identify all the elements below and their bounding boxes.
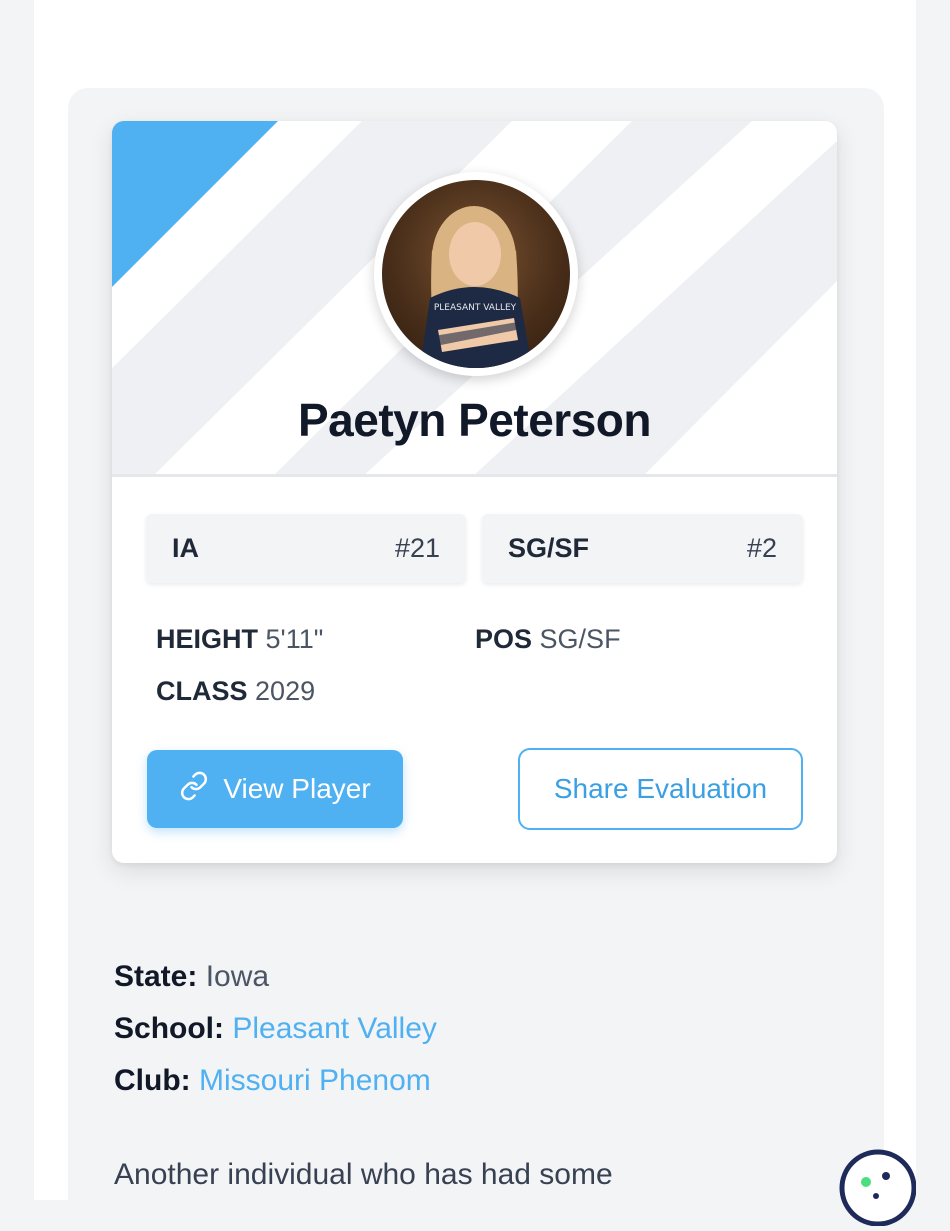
detail-club: Club: Missouri Phenom — [114, 1064, 431, 1098]
detail-state: State: Iowa — [114, 960, 269, 994]
cookie-icon[interactable] — [836, 1146, 917, 1227]
club-detail-label: Club: — [114, 1064, 191, 1097]
svg-text:PLEASANT VALLEY: PLEASANT VALLEY — [434, 303, 517, 313]
height-label: HEIGHT — [156, 624, 259, 654]
page-container: PLEASANT VALLEY Paetyn Peterson IA #21 S… — [34, 0, 916, 1218]
stat-height: HEIGHT 5'11" — [156, 624, 323, 655]
class-value: 2029 — [255, 676, 316, 706]
state-detail-value: Iowa — [205, 960, 270, 993]
stat-class: CLASS 2029 — [156, 676, 315, 707]
article-text: Another individual who has had some — [114, 1158, 613, 1191]
class-label: CLASS — [156, 676, 248, 706]
share-evaluation-label: Share Evaluation — [553, 773, 768, 804]
player-card: PLEASANT VALLEY Paetyn Peterson IA #21 S… — [112, 121, 837, 863]
club-link[interactable]: Missouri Phenom — [199, 1064, 431, 1097]
detail-school: School: Pleasant Valley — [114, 1012, 437, 1046]
player-photo: PLEASANT VALLEY — [382, 180, 570, 368]
height-value: 5'11" — [265, 624, 324, 654]
pos-value: SG/SF — [539, 624, 621, 654]
pos-label: POS — [475, 624, 533, 654]
state-rank-badge: IA #21 — [146, 514, 466, 583]
school-detail-label: School: — [114, 1012, 224, 1045]
school-link[interactable]: Pleasant Valley — [232, 1012, 437, 1045]
player-avatar: PLEASANT VALLEY — [374, 172, 578, 376]
player-card-header: PLEASANT VALLEY Paetyn Peterson — [112, 121, 837, 477]
view-player-button[interactable]: View Player — [147, 750, 403, 828]
player-section: PLEASANT VALLEY Paetyn Peterson IA #21 S… — [68, 88, 884, 1218]
share-evaluation-button[interactable]: Share Evaluation — [518, 748, 803, 830]
view-player-label: View Player — [223, 773, 371, 804]
position-rank: #2 — [746, 533, 777, 563]
state-detail-label: State: — [114, 960, 198, 993]
link-icon — [179, 771, 209, 808]
state-rank: #21 — [394, 533, 440, 563]
player-name: Paetyn Peterson — [298, 394, 651, 446]
position-rank-badge: SG/SF #2 — [482, 514, 803, 583]
stat-pos: POS SG/SF — [475, 624, 621, 655]
position-label: SG/SF — [508, 533, 590, 563]
state-label: IA — [172, 533, 199, 563]
